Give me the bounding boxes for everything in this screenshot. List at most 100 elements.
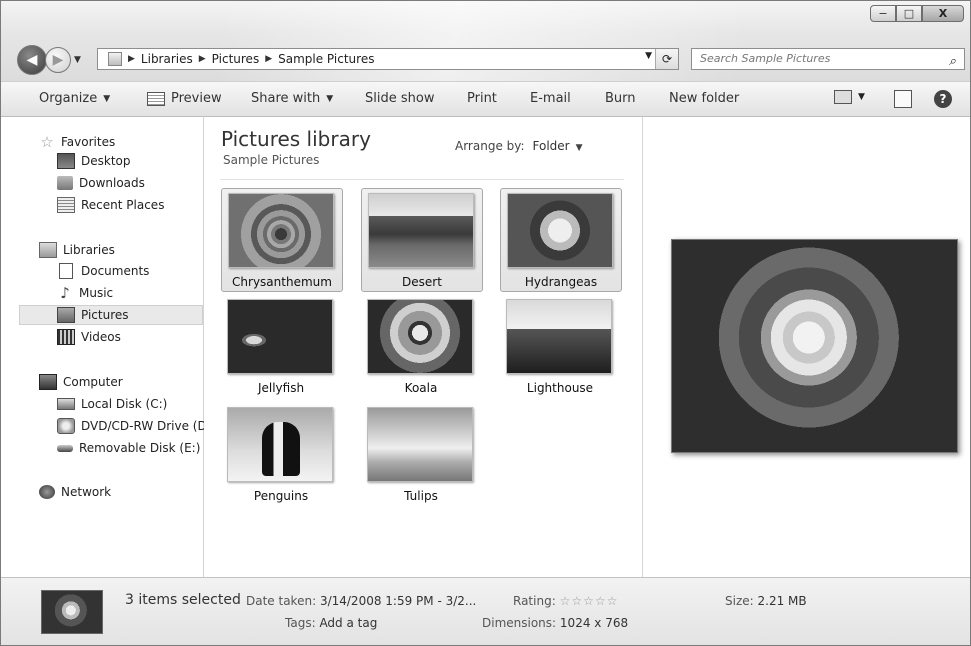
arrange-by-dropdown[interactable]: Arrange by: Folder ▼ bbox=[455, 139, 583, 153]
rating-stars-icon[interactable]: ☆☆☆☆☆ bbox=[560, 594, 619, 608]
file-item-desert[interactable]: Desert bbox=[361, 188, 483, 292]
sidebar-item-label: Local Disk (C:) bbox=[81, 397, 168, 411]
sidebar-item-computer[interactable]: Computer bbox=[39, 373, 123, 391]
navigation-bar: ◀ ▶ ▼ ▶ Libraries ▶ Pictures ▶ Sample Pictu… bbox=[1, 45, 970, 75]
breadcrumb[interactable]: ▶ Sample Pictures bbox=[265, 52, 374, 66]
new-folder-button[interactable]: New folder bbox=[669, 91, 739, 106]
preview-pane bbox=[643, 117, 970, 577]
minimize-button[interactable]: − bbox=[870, 5, 896, 22]
date-taken-value[interactable]: 3/14/2008 1:59 PM - 3/2... bbox=[320, 594, 476, 608]
chevron-down-icon: ▼ bbox=[575, 143, 583, 153]
hydrangeas-thumbnail bbox=[507, 193, 613, 268]
network-icon bbox=[39, 485, 55, 499]
date-taken: Date taken: 3/14/2008 1:59 PM - 3/2... bbox=[246, 594, 476, 608]
sidebar-item-desktop[interactable]: Desktop bbox=[57, 152, 131, 170]
sidebar-item-music[interactable]: ♪ Music bbox=[57, 284, 113, 302]
dimensions-label: Dimensions: bbox=[482, 616, 557, 630]
removable-disk-icon bbox=[57, 444, 73, 452]
explorer-window: − □ X ◀ ▶ ▼ ▶ Libraries ▶ Pictures ▶ Sample… bbox=[0, 0, 971, 646]
sidebar-item-documents[interactable]: Documents bbox=[57, 262, 149, 280]
file-item-tulips[interactable]: Tulips bbox=[361, 403, 483, 507]
tags: Tags: Add a tag bbox=[285, 616, 377, 630]
sidebar-item-network[interactable]: Network bbox=[39, 483, 111, 501]
file-item-jellyfish[interactable]: Jellyfish bbox=[221, 295, 343, 399]
preview-pane-button[interactable] bbox=[894, 90, 912, 108]
file-item-penguins[interactable]: Penguins bbox=[221, 403, 343, 507]
videos-icon bbox=[57, 329, 75, 345]
jellyfish-thumbnail bbox=[227, 299, 333, 374]
sidebar-item-label: Documents bbox=[81, 264, 150, 278]
downloads-icon bbox=[57, 176, 73, 190]
size: Size: 2.21 MB bbox=[725, 594, 807, 608]
file-item-koala[interactable]: Koala bbox=[361, 295, 483, 399]
recent-pages-dropdown[interactable]: ▼ bbox=[74, 55, 81, 65]
breadcrumb[interactable]: ▶ Pictures bbox=[199, 52, 259, 66]
sidebar-item-removable-disk[interactable]: Removable Disk (E:) bbox=[57, 439, 200, 457]
address-dropdown-icon[interactable]: ▼ bbox=[645, 51, 652, 61]
maximize-button[interactable]: □ bbox=[896, 5, 922, 22]
desktop-icon bbox=[57, 153, 75, 169]
sidebar-item-favorites[interactable]: ☆ Favorites bbox=[39, 133, 115, 151]
burn-button[interactable]: Burn bbox=[605, 91, 636, 106]
tags-value[interactable]: Add a tag bbox=[319, 616, 377, 630]
sidebar-item-local-disk[interactable]: Local Disk (C:) bbox=[57, 395, 167, 413]
views-icon bbox=[834, 90, 852, 104]
address-bar[interactable]: ▶ Libraries ▶ Pictures ▶ Sample Pictures ▼ … bbox=[97, 48, 679, 70]
rating: Rating: ☆☆☆☆☆ bbox=[513, 594, 618, 608]
sidebar-item-recent-places[interactable]: Recent Places bbox=[57, 196, 164, 214]
close-button[interactable]: X bbox=[922, 5, 964, 22]
hard-disk-icon bbox=[57, 398, 75, 410]
breadcrumb[interactable]: ▶ Libraries bbox=[128, 52, 193, 66]
preview-pane-icon bbox=[894, 90, 912, 108]
chevron-down-icon: ▼ bbox=[103, 93, 111, 104]
sidebar-item-downloads[interactable]: Downloads bbox=[57, 174, 145, 192]
sidebar-item-label: Removable Disk (E:) bbox=[79, 441, 201, 455]
print-button[interactable]: Print bbox=[467, 91, 497, 106]
size-label: Size: bbox=[725, 594, 754, 608]
computer-icon bbox=[39, 374, 57, 390]
search-icon[interactable]: ⌕ bbox=[949, 52, 956, 72]
file-name: Tulips bbox=[404, 489, 438, 503]
sidebar-item-label: Libraries bbox=[63, 243, 115, 257]
file-item-chrysanthemum[interactable]: Chrysanthemum bbox=[221, 188, 343, 292]
details-pane: 3 items selected Date taken: 3/14/2008 1… bbox=[1, 577, 970, 645]
sidebar-item-libraries[interactable]: Libraries bbox=[39, 241, 115, 259]
organize-button[interactable]: Organize ▼ bbox=[39, 91, 110, 106]
pictures-icon bbox=[57, 307, 75, 323]
share-with-button[interactable]: Share with ▼ bbox=[251, 91, 333, 106]
change-view-button[interactable]: ▼ bbox=[834, 90, 865, 104]
file-item-lighthouse[interactable]: Lighthouse bbox=[500, 295, 622, 399]
sidebar-item-pictures[interactable]: Pictures bbox=[19, 305, 203, 325]
selection-thumbnail bbox=[41, 590, 103, 634]
sidebar-item-label: DVD/CD-RW Drive (D bbox=[81, 419, 207, 433]
help-icon: ? bbox=[934, 90, 952, 108]
email-button[interactable]: E-mail bbox=[530, 91, 571, 106]
preview-button[interactable]: Preview bbox=[147, 91, 222, 106]
refresh-button[interactable]: ⟳ bbox=[655, 49, 678, 69]
dvd-drive-icon bbox=[57, 418, 75, 434]
organize-label: Organize bbox=[39, 91, 98, 106]
forward-button[interactable]: ▶ bbox=[45, 47, 71, 73]
breadcrumb-arrow-icon[interactable]: ▶ bbox=[128, 54, 135, 64]
command-bar: Organize ▼ Preview Share with ▼ Slide show… bbox=[1, 81, 970, 117]
documents-icon bbox=[59, 263, 73, 279]
breadcrumb-libraries[interactable]: Libraries bbox=[141, 52, 193, 66]
chevron-down-icon: ▼ bbox=[858, 92, 865, 102]
sidebar-item-dvd-drive[interactable]: DVD/CD-RW Drive (D bbox=[57, 417, 207, 435]
sidebar-item-label: Recent Places bbox=[81, 198, 165, 212]
chevron-down-icon: ▼ bbox=[326, 93, 334, 104]
breadcrumb-sample-pictures[interactable]: Sample Pictures bbox=[278, 52, 374, 66]
arrange-by-label: Arrange by: bbox=[455, 139, 525, 153]
help-button[interactable]: ? bbox=[934, 90, 952, 108]
breadcrumb-pictures[interactable]: Pictures bbox=[212, 52, 260, 66]
sidebar-item-label: Desktop bbox=[81, 154, 131, 168]
lighthouse-thumbnail bbox=[506, 299, 612, 374]
search-input[interactable]: Search Sample Pictures ⌕ bbox=[691, 48, 965, 70]
back-button[interactable]: ◀ bbox=[17, 45, 47, 75]
file-item-hydrangeas[interactable]: Hydrangeas bbox=[500, 188, 622, 292]
sidebar-item-videos[interactable]: Videos bbox=[57, 328, 121, 346]
file-name: Lighthouse bbox=[526, 381, 594, 395]
breadcrumb-arrow-icon[interactable]: ▶ bbox=[199, 54, 206, 64]
slide-show-button[interactable]: Slide show bbox=[365, 91, 434, 106]
breadcrumb-arrow-icon[interactable]: ▶ bbox=[265, 54, 272, 64]
